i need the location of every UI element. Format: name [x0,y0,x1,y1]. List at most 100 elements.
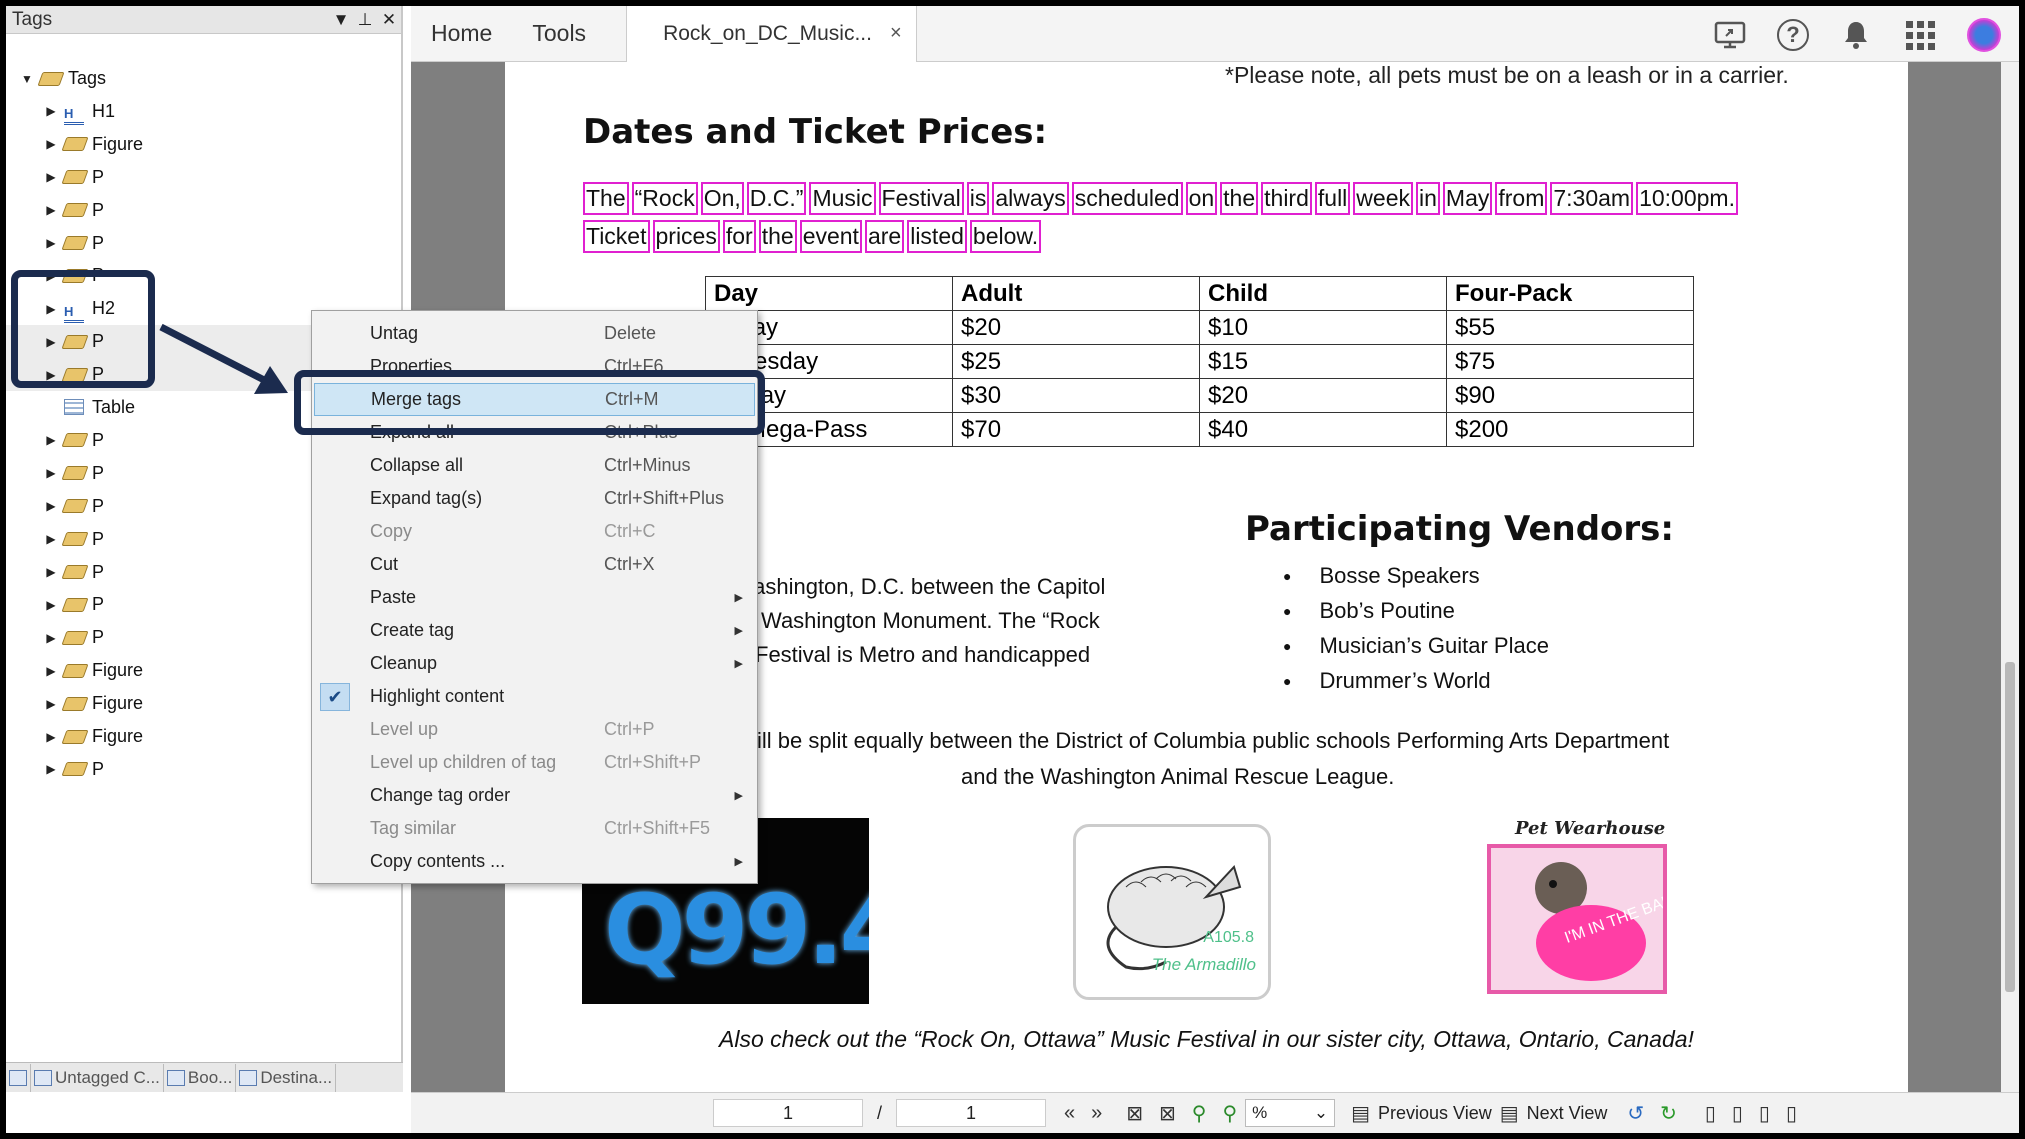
submenu-arrow-icon: ▶ [734,592,743,604]
menu-item-highlight-content[interactable]: ✔ Highlight content [314,680,755,713]
menu-item-change-tag-order[interactable]: Change tag order ▶ [314,779,755,812]
collapse-arrow-icon[interactable]: ▼ [20,72,34,86]
expand-arrow-icon[interactable]: ▶ [44,762,58,776]
expand-arrow-icon[interactable]: ▶ [44,433,58,447]
document-tab[interactable]: Rock_on_DC_Music... × [626,6,917,62]
next-view-button[interactable]: Next View [1527,1103,1608,1124]
untagged-tab[interactable]: Untagged C... [31,1063,164,1092]
tag-icon [61,662,89,680]
tree-item-label: P [92,561,105,582]
table-row: esday$20$10$55 [705,310,1694,345]
tree-item[interactable]: ▶ P [6,227,396,260]
bottom-toolbar: 1 / 1 « » ⊠ ⊠ ⚲ ⚲ % ⌄ ▤ Previous View ▤ N… [411,1092,2019,1133]
expand-arrow-icon[interactable]: ▶ [44,170,58,184]
rotate-cw-icon[interactable]: ↻ [1660,1101,1677,1126]
vendor-item: Drummer’s World [1285,663,1549,698]
single-scroll-icon[interactable]: ▯ [1732,1101,1743,1126]
avatar[interactable] [1967,18,2001,52]
tab-home[interactable]: Home [411,6,512,62]
pets-note: *Please note, all pets must be on a leas… [1225,62,1789,88]
menu-item-label: Create tag [370,620,455,640]
menu-item-cleanup[interactable]: Cleanup ▶ [314,647,755,680]
menu-item-cut[interactable]: Cut Ctrl+X [314,548,755,581]
highlighted-word: Ticket [583,220,650,253]
rotate-ccw-icon[interactable]: ↺ [1627,1101,1644,1126]
vertical-scrollbar[interactable] [2001,62,2019,1092]
menu-item-tag-similar[interactable]: Tag similar Ctrl+Shift+F5 [314,812,755,845]
expand-arrow-icon[interactable]: ▶ [44,137,58,151]
expand-arrow-icon[interactable]: ▶ [44,631,58,645]
expand-arrow-icon[interactable]: ▶ [44,104,58,118]
bookmarks-tab[interactable]: Boo... [164,1063,237,1092]
highlighted-word: 7:30am [1550,182,1634,215]
previous-view-button[interactable]: Previous View [1378,1103,1492,1124]
expand-arrow-icon[interactable]: ▶ [44,203,58,217]
help-icon[interactable]: ? [1777,19,1809,51]
table-tag-icon [64,398,86,417]
menu-item-create-tag[interactable]: Create tag ▶ [314,614,755,647]
expand-arrow-icon[interactable]: ▶ [44,664,58,678]
first-page-icon[interactable]: ⊠ [1126,1101,1143,1126]
tree-item[interactable]: ▶ P [6,194,396,227]
expand-arrow-icon[interactable]: ▶ [44,730,58,744]
menu-item-expand-tag-s[interactable]: Expand tag(s) Ctrl+Shift+Plus [314,482,755,515]
tree-item-label: P [92,232,105,253]
share-screen-icon[interactable] [1713,18,1747,52]
bell-icon[interactable] [1839,18,1873,52]
table-row: ednesday $25 $15 $75 [705,344,1694,379]
tags-panel-title: Tags [12,8,53,30]
zoom-select[interactable]: % ⌄ [1245,1099,1336,1127]
highlighted-word: “Rock [631,182,698,215]
expand-arrow-icon[interactable]: ▶ [44,499,58,513]
expand-arrow-icon[interactable]: ▶ [44,466,58,480]
current-page-input[interactable]: 1 [713,1099,863,1127]
previous-page-icon[interactable]: « [1064,1102,1075,1125]
close-tab-icon[interactable]: × [890,22,902,45]
highlighted-word: prices [652,220,720,253]
tree-item-label: Figure [92,660,144,681]
armadillo-logo-text-2: The Armadillo [1151,955,1256,974]
expand-arrow-icon[interactable]: ▶ [44,532,58,546]
zoom-in-icon[interactable]: ⚲ [1192,1101,1207,1126]
tree-item-label: P [92,594,105,615]
menu-item-paste[interactable]: Paste ▶ [314,581,755,614]
merge-tags-annotation [294,370,765,435]
menu-item-copy-contents[interactable]: Copy contents ... ▶ [314,845,755,878]
expand-arrow-icon[interactable]: ▶ [44,565,58,579]
menu-item-copy[interactable]: Copy Ctrl+C [314,515,755,548]
previous-view-icon[interactable]: ▤ [1351,1101,1370,1126]
menu-item-untag[interactable]: Untag Delete [314,317,755,350]
app-window: Tags ▼ ⊥ ✕ ▼ Tags ▶ H H1 ▶ Figure ▶ P ▶ P ▶ P ▶ P ▶ H H2 ▶… [6,6,2019,1133]
destinations-tab[interactable]: Destina... [236,1063,337,1092]
pin-icon[interactable]: ⊥ [353,10,377,30]
dropdown-icon[interactable]: ▼ [329,10,353,30]
apps-grid-icon[interactable] [1903,18,1937,52]
two-scroll-icon[interactable]: ▯ [1786,1101,1797,1126]
zoom-out-icon[interactable]: ⚲ [1222,1101,1237,1126]
closing-line: Also check out the “Rock On, Ottawa” Mus… [719,1026,1694,1052]
close-icon[interactable]: ✕ [377,10,401,30]
tags-panel-header: Tags ▼ ⊥ ✕ [6,6,401,34]
tab-tools[interactable]: Tools [512,6,606,62]
pet-wearhouse-logo-text: Pet Wearhouse [1515,818,1666,839]
last-page-icon[interactable]: ⊠ [1159,1101,1176,1126]
tags-tab[interactable] [6,1063,31,1092]
menu-item-level-up[interactable]: Level up Ctrl+P [314,713,755,746]
scrollbar-thumb[interactable] [2005,662,2015,992]
tree-root[interactable]: ▼ Tags [6,62,396,95]
expand-arrow-icon[interactable]: ▶ [44,697,58,711]
tree-item[interactable]: ▶ Figure [6,128,396,161]
two-page-icon[interactable]: ▯ [1759,1101,1770,1126]
tag-icon [61,728,89,746]
table-cell: $15 [1199,344,1447,379]
next-view-icon[interactable]: ▤ [1500,1101,1519,1126]
tree-item[interactable]: ▶ P [6,161,396,194]
menu-item-collapse-all[interactable]: Collapse all Ctrl+Minus [314,449,755,482]
menu-item-shortcut: Delete [604,323,657,343]
expand-arrow-icon[interactable]: ▶ [44,598,58,612]
expand-arrow-icon[interactable]: ▶ [44,236,58,250]
menu-item-level-up-children-of-tag[interactable]: Level up children of tag Ctrl+Shift+P [314,746,755,779]
single-page-icon[interactable]: ▯ [1705,1101,1716,1126]
next-page-icon[interactable]: » [1091,1102,1102,1125]
tree-item[interactable]: ▶ H H1 [6,95,396,128]
